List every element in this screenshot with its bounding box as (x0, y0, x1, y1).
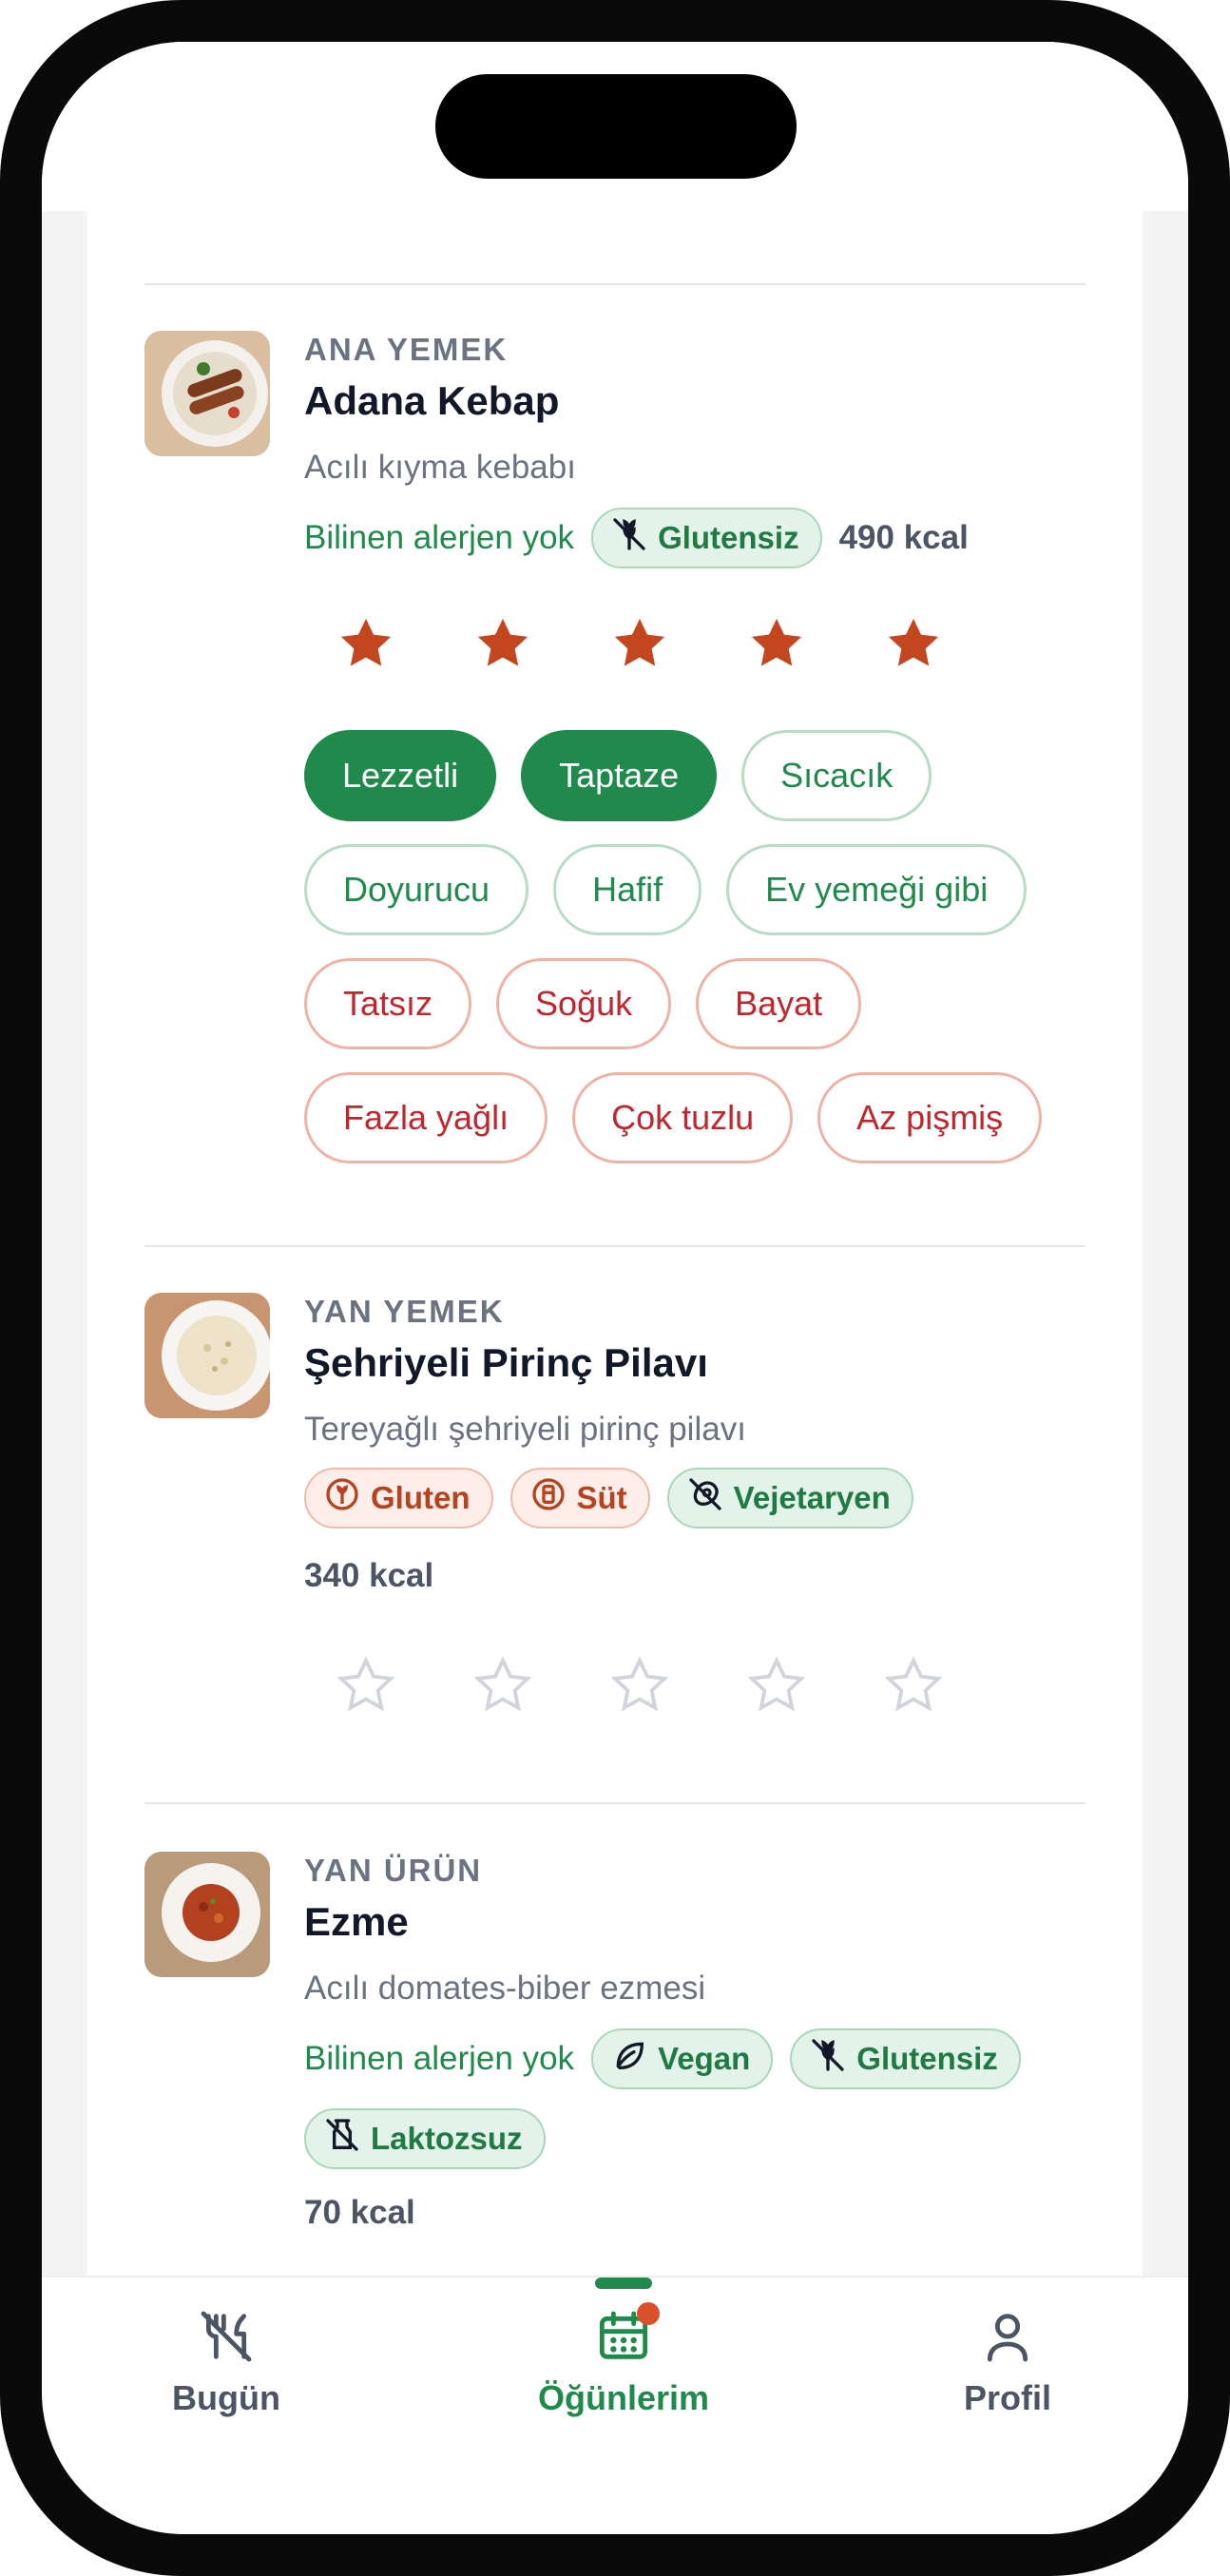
star-outline-icon (871, 1654, 945, 1721)
chip-sicacik[interactable]: Sıcacık (741, 730, 932, 821)
dietary-badge: Laktozsuz (304, 2108, 546, 2169)
chip-tatsiz[interactable]: Tatsız (304, 958, 472, 1049)
star-4[interactable] (734, 612, 871, 679)
gluten-free-icon (610, 515, 648, 561)
chip-bayat[interactable]: Bayat (696, 958, 862, 1049)
star-outline-icon (323, 1654, 397, 1721)
badge-label: Vejetaryen (733, 1480, 891, 1515)
rating-stars (323, 612, 1122, 679)
star-filled-icon (734, 612, 808, 680)
badge-label: Süt (576, 1480, 627, 1515)
chip-cok-tuzlu[interactable]: Çok tuzlu (572, 1072, 794, 1163)
chip-ev-yemegi-gibi[interactable]: Ev yemeği gibi (726, 844, 1028, 935)
badge-label: Laktozsuz (371, 2121, 523, 2156)
tab-label: Profil (963, 2378, 1051, 2417)
gluten-free-icon (809, 2036, 847, 2082)
no-allergen-note: Bilinen alerjen yok (304, 2040, 575, 2077)
dietary-badge: Glutensiz (591, 508, 822, 568)
meal-details: YAN ÜRÜN Ezme Acılı domates-biber ezmesi… (304, 1852, 1122, 2243)
badge-label: Glutensiz (658, 520, 799, 555)
star-filled-icon (323, 612, 397, 680)
dietary-info-row: Gluten Süt Vejetaryen (304, 1468, 1122, 1528)
utensils-off-icon (196, 2306, 257, 2367)
meal-description: Acılı kıyma kebabı (304, 449, 576, 486)
meal-description: Tereyağlı şehriyeli pirinç pilavı (304, 1411, 746, 1448)
no-allergen-note: Bilinen alerjen yok (304, 519, 575, 556)
user-icon (977, 2306, 1038, 2367)
meal-description: Acılı domates-biber ezmesi (304, 1970, 706, 2007)
badge-label: Glutensiz (856, 2041, 998, 2076)
feedback-chips: Lezzetli Taptaze Sıcacık Doyurucu Hafif … (304, 730, 1122, 1163)
milk-icon (529, 1475, 567, 1521)
star-outline-icon (460, 1654, 534, 1721)
allergen-badge: Gluten (304, 1468, 493, 1528)
calories: 490 kcal (838, 519, 969, 556)
dynamic-island (435, 74, 797, 179)
phone-frame: ANA YEMEK Adana Kebap Acılı kıyma kebabı… (0, 0, 1230, 2576)
dish-photo (144, 331, 270, 456)
rating-stars (323, 1654, 1122, 1721)
star-2[interactable] (460, 612, 597, 679)
meal-details: YAN YEMEK Şehriyeli Pirinç Pilavı Tereya… (304, 1293, 1122, 1721)
star-1[interactable] (323, 1654, 460, 1721)
leaf-icon (610, 2036, 648, 2082)
calories: 340 kcal (304, 1557, 434, 1594)
chip-lezzetli[interactable]: Lezzetli (304, 730, 497, 821)
star-filled-icon (597, 612, 671, 680)
meal-category: YAN ÜRÜN (304, 1853, 483, 1888)
meal-category: ANA YEMEK (304, 332, 509, 367)
badge-label: Vegan (658, 2041, 751, 2076)
allergen-badge: Süt (509, 1468, 650, 1528)
meal-title: Adana Kebap (304, 378, 560, 423)
chip-doyurucu[interactable]: Doyurucu (304, 844, 529, 935)
meal-details: ANA YEMEK Adana Kebap Acılı kıyma kebabı… (304, 331, 1122, 1163)
star-filled-icon (871, 612, 945, 680)
dish-photo (144, 1852, 270, 1977)
star-3[interactable] (597, 612, 734, 679)
tab-profil[interactable]: Profil (865, 2278, 1150, 2430)
divider (144, 1245, 1086, 1247)
screen: ANA YEMEK Adana Kebap Acılı kıyma kebabı… (42, 42, 1188, 2534)
dietary-badge: Vegan (591, 2028, 774, 2089)
tab-label: Bugün (172, 2378, 280, 2417)
active-tab-indicator (595, 2278, 652, 2289)
star-4[interactable] (734, 1654, 871, 1721)
tab-ogunlerim[interactable]: Öğünlerim (481, 2278, 766, 2430)
chip-soguk[interactable]: Soğuk (496, 958, 672, 1049)
divider (144, 283, 1086, 285)
dish-photo (144, 1293, 270, 1418)
dietary-badge: Vejetaryen (666, 1468, 913, 1528)
star-outline-icon (734, 1654, 808, 1721)
star-filled-icon (460, 612, 534, 680)
star-2[interactable] (460, 1654, 597, 1721)
lactose-free-icon (323, 2116, 361, 2162)
chip-taptaze[interactable]: Taptaze (521, 730, 718, 821)
divider (144, 1802, 1086, 1804)
chip-fazla-yagli[interactable]: Fazla yağlı (304, 1072, 548, 1163)
no-meat-icon (686, 1475, 724, 1521)
tab-bugun[interactable]: Bugün (84, 2278, 369, 2430)
notification-dot (637, 2302, 660, 2325)
meal-title: Ezme (304, 1899, 409, 1944)
dietary-badge: Glutensiz (790, 2028, 1021, 2089)
chip-hafif[interactable]: Hafif (553, 844, 702, 935)
dietary-info-row: Bilinen alerjen yok Glutensiz 490 kcal (304, 508, 1122, 568)
tab-label: Öğünlerim (537, 2378, 710, 2417)
calories: 70 kcal (304, 2194, 415, 2231)
meal-card: ANA YEMEK Adana Kebap Acılı kıyma kebabı… (87, 211, 1143, 2321)
star-outline-icon (597, 1654, 671, 1721)
bottom-tab-bar: Bugün Öğünlerim Profil (42, 2276, 1188, 2534)
meal-title: Şehriyeli Pirinç Pilavı (304, 1340, 708, 1385)
star-5[interactable] (871, 612, 1008, 679)
chip-az-pismis[interactable]: Az pişmiş (817, 1072, 1043, 1163)
star-3[interactable] (597, 1654, 734, 1721)
meal-category: YAN YEMEK (304, 1294, 505, 1329)
star-5[interactable] (871, 1654, 1008, 1721)
star-1[interactable] (323, 612, 460, 679)
wheat-icon (323, 1475, 361, 1521)
dietary-info-row: Bilinen alerjen yok Vegan Glutensiz Lakt… (304, 2028, 1122, 2169)
badge-label: Gluten (371, 1480, 471, 1515)
calendar-icon (593, 2302, 660, 2367)
